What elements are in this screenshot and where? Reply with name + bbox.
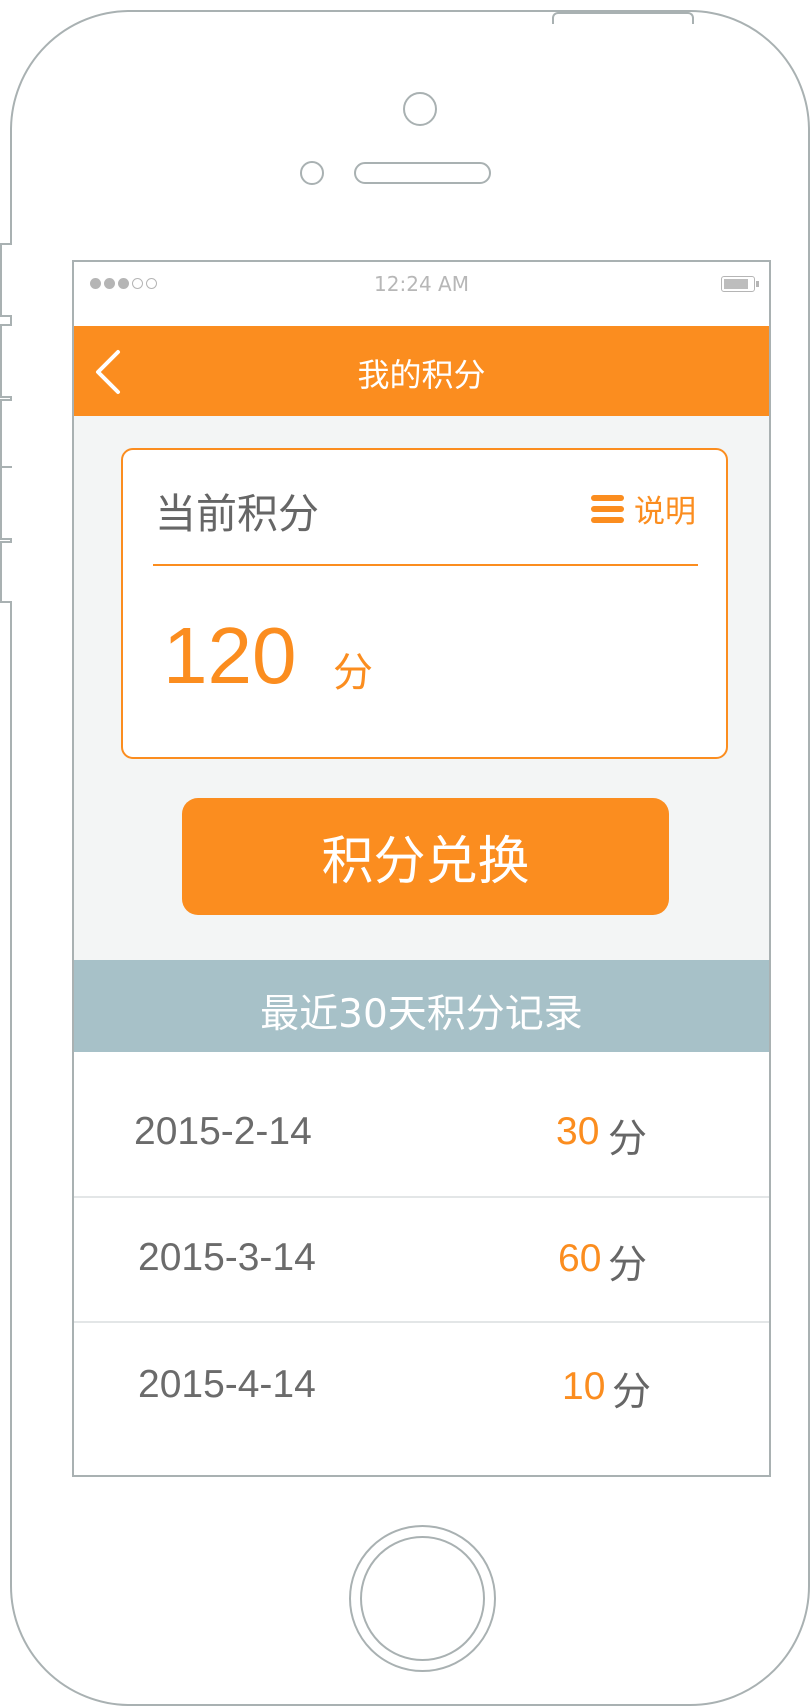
volume-down-button: [0, 399, 12, 473]
record-date: 2015-3-14: [138, 1236, 316, 1279]
nav-bar: 我的积分: [74, 326, 769, 416]
proximity-sensor: [300, 161, 324, 185]
earpiece-speaker: [354, 162, 491, 184]
record-date: 2015-4-14: [138, 1363, 316, 1406]
records-section-title: 最近30天积分记录: [260, 992, 583, 1037]
current-points-label: 当前积分: [155, 490, 319, 538]
status-bar: 12:24 AM: [74, 262, 769, 326]
home-button-inner: [360, 1536, 485, 1661]
records-list: 2015-2-14 30 分 2015-3-14 60 分 2015-4-14 …: [74, 1052, 769, 1475]
status-time: 12:24 AM: [374, 272, 469, 296]
list-icon: [591, 494, 624, 523]
records-section-header: 最近30天积分记录: [74, 960, 769, 1052]
points-value: 120: [163, 611, 297, 700]
record-date: 2015-2-14: [134, 1110, 312, 1153]
record-unit: 分: [608, 1117, 648, 1162]
record-points: 10: [562, 1365, 606, 1408]
battery-icon: [721, 276, 759, 292]
page-title: 我的积分: [357, 356, 486, 394]
mute-switch: [0, 243, 12, 317]
front-camera: [403, 92, 437, 126]
exchange-points-button[interactable]: 积分兑换: [182, 798, 669, 915]
record-row[interactable]: 2015-4-14 10 分: [74, 1323, 769, 1475]
phone-frame: 12:24 AM 我的积分 当前积分 说明 120 分 积分兑换 最近30天积分…: [10, 10, 810, 1706]
screen: 12:24 AM 我的积分 当前积分 说明 120 分 积分兑换 最近30天积分…: [72, 260, 771, 1477]
record-unit: 分: [612, 1370, 652, 1415]
power-button: [552, 12, 694, 24]
card-divider: [153, 564, 698, 566]
record-points: 30: [556, 1110, 600, 1153]
record-points: 60: [558, 1237, 602, 1280]
record-row[interactable]: 2015-3-14 60 分: [74, 1198, 769, 1323]
side-button: [0, 466, 12, 540]
record-row[interactable]: 2015-2-14 30 分: [74, 1052, 769, 1198]
side-button-2: [0, 541, 12, 603]
explain-button[interactable]: 说明: [591, 486, 696, 531]
points-unit: 分: [333, 650, 373, 696]
record-unit: 分: [608, 1243, 648, 1288]
volume-up-button: [0, 324, 12, 398]
explain-label: 说明: [634, 494, 696, 530]
current-points-card: 当前积分 说明 120 分: [121, 448, 728, 759]
